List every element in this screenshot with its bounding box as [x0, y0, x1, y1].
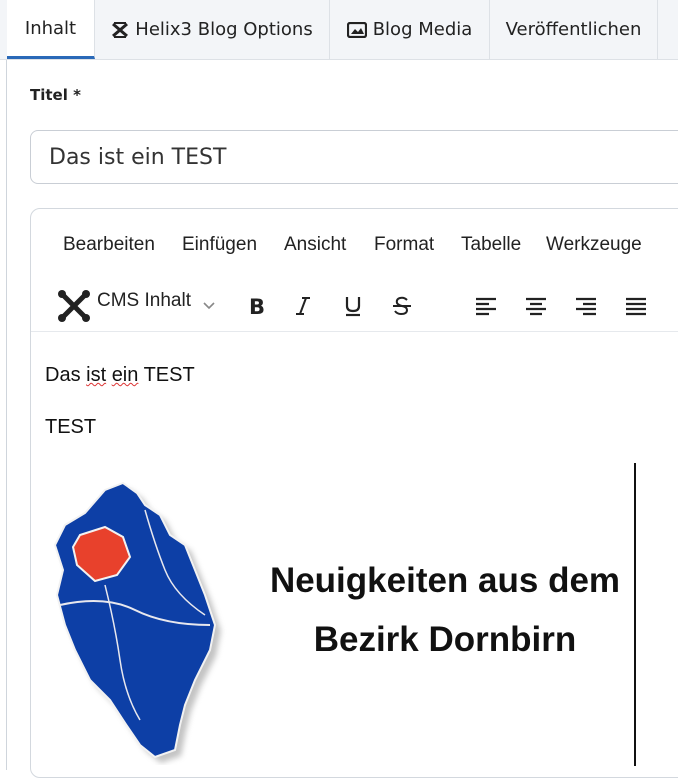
- strikethrough-icon: [393, 296, 411, 316]
- cms-content-dropdown[interactable]: CMS Inhalt: [97, 290, 191, 312]
- tab-bar: Inhalt Helix3 Blog Options Blog Media Ve…: [0, 0, 678, 60]
- helix-icon: [112, 21, 129, 38]
- banner-headline-line-1: Neuigkeiten aus dem: [269, 561, 621, 600]
- text-cursor-line: [634, 463, 636, 766]
- align-right-icon: [576, 297, 596, 316]
- title-value: Das ist ein TEST: [49, 144, 227, 170]
- text-span: Das: [45, 364, 87, 386]
- align-left-icon: [476, 297, 496, 316]
- italic-button[interactable]: [288, 291, 318, 321]
- left-border: [6, 0, 7, 770]
- align-justify-button[interactable]: [621, 291, 651, 321]
- rich-text-editor: Bearbeiten Einfügen Ansicht Format Tabel…: [30, 208, 678, 778]
- title-label: Titel *: [30, 86, 81, 104]
- menu-einfuegen[interactable]: Einfügen: [182, 234, 257, 256]
- content-line-1: Das ist ein TEST: [45, 364, 195, 387]
- content-line-2: TEST: [45, 416, 97, 438]
- tab-blog-media[interactable]: Blog Media: [330, 0, 490, 59]
- align-justify-icon: [626, 297, 646, 316]
- spellcheck-word: ist: [86, 364, 107, 386]
- align-center-icon: [526, 297, 546, 316]
- tab-overflow[interactable]: [658, 0, 678, 59]
- align-right-button[interactable]: [571, 291, 601, 321]
- bold-icon: B: [249, 295, 265, 317]
- menu-tabelle[interactable]: Tabelle: [461, 234, 521, 256]
- district-map-image: [53, 481, 221, 763]
- image-icon: [346, 21, 367, 38]
- title-input[interactable]: Das ist ein TEST: [30, 130, 678, 184]
- underline-button[interactable]: [338, 291, 368, 321]
- tab-label: Helix3 Blog Options: [135, 19, 313, 40]
- tab-helix3-blog-options[interactable]: Helix3 Blog Options: [95, 0, 330, 59]
- menu-bearbeiten[interactable]: Bearbeiten: [63, 234, 155, 256]
- svg-text:B: B: [249, 295, 265, 317]
- chevron-down-icon: [203, 302, 215, 310]
- tab-veroeffentlichen[interactable]: Veröffentlichen: [490, 0, 658, 59]
- article-editor-page: Inhalt Helix3 Blog Options Blog Media Ve…: [0, 0, 678, 778]
- menu-format[interactable]: Format: [374, 234, 434, 256]
- menu-ansicht[interactable]: Ansicht: [284, 234, 346, 256]
- joomla-icon[interactable]: [55, 287, 93, 325]
- strikethrough-button[interactable]: [387, 291, 417, 321]
- editor-menubar: Bearbeiten Einfügen Ansicht Format Tabel…: [31, 209, 678, 279]
- underline-icon: [345, 297, 361, 317]
- banner-headline-line-2: Bezirk Dornbirn: [313, 620, 577, 659]
- menu-werkzeuge[interactable]: Werkzeuge: [546, 234, 642, 256]
- bold-button[interactable]: B: [241, 291, 271, 321]
- tab-label: Inhalt: [24, 17, 77, 39]
- align-left-button[interactable]: [471, 291, 501, 321]
- banner-image[interactable]: Neuigkeiten aus dem Bezirk Dornbirn: [45, 465, 645, 765]
- spellcheck-word: ein: [111, 364, 139, 386]
- italic-icon: [296, 297, 310, 315]
- text-span: TEST: [138, 364, 195, 386]
- align-center-button[interactable]: [521, 291, 551, 321]
- tab-label: Blog Media: [372, 19, 473, 40]
- tab-inhalt[interactable]: Inhalt: [7, 0, 95, 59]
- tab-label: Veröffentlichen: [505, 19, 642, 40]
